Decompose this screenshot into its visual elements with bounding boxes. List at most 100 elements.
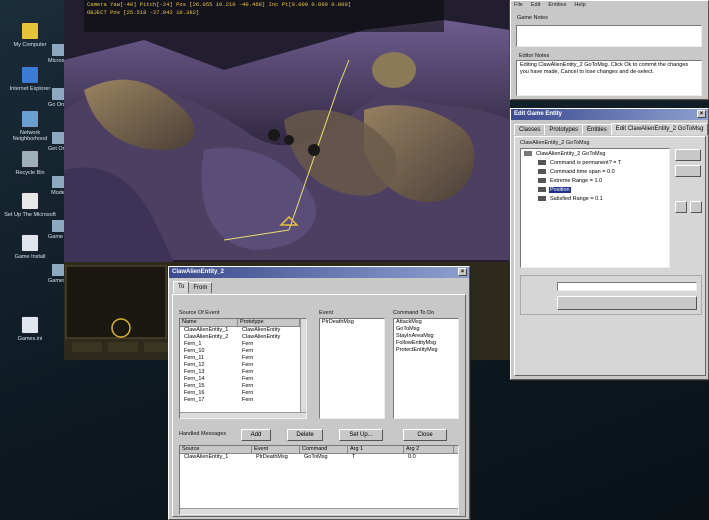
menu-item[interactable]: Help [574,2,585,8]
application-icon [52,176,64,188]
source-row[interactable]: Fern_10 Fern [182,348,306,355]
handled-messages-table[interactable]: Source Event Command Arg 1 Arg 2 ClawAlienEn… [179,445,459,515]
source-row[interactable]: Fern_1 Fern [182,341,306,348]
tab-classes[interactable]: Classes [514,124,546,135]
source-prototype: Fern [242,383,254,389]
msn-icon [21,192,39,210]
my-computer-icon [21,22,39,40]
source-row[interactable]: Fern_13 Fern [182,369,306,376]
property-icon [538,169,546,175]
desktop-icon[interactable]: Recycle Bin [2,150,58,176]
apply-value-button[interactable] [557,296,697,310]
vertical-scrollbar[interactable] [300,319,306,412]
edit-entity-titlebar[interactable]: Edit Game Entity × [511,109,708,120]
tree-node[interactable]: Command time span = 0.0 [522,168,668,177]
column-header[interactable]: Arg 1 [348,446,404,453]
menu-item[interactable]: File [514,2,523,8]
tree-node[interactable]: Satisfied Range = 0.1 [522,195,668,204]
tree-node-label: Command time span = 0.0 [550,169,615,175]
desktop-icon[interactable]: Games.ini [2,316,58,342]
add-button[interactable]: Add [241,429,271,441]
source-prototype: Fern [242,348,254,354]
source-row[interactable]: Fern_11 Fern [182,355,306,362]
handled-cell: PlrDeathMsg [256,454,288,460]
source-name: Fern_14 [184,376,205,382]
menu-item[interactable]: Edit [531,2,540,8]
source-name: ClawAlienEntity_1 [184,327,229,333]
ok-button[interactable] [675,149,701,161]
tree-node-label: Extreme Range = 1.0 [550,178,603,184]
tab-from[interactable]: From [188,282,213,293]
source-list[interactable]: Name Prototype ClawAlienEntity_1 ClawAlie… [179,318,307,419]
command-item[interactable]: ProtectEntityMsg [394,347,458,354]
command-list[interactable]: AttackMsg GoToMsg StayInAreaMsg FollowEntit… [393,318,459,419]
desktop-icon-label: Set Up The Microsoft [4,212,56,218]
column-header[interactable]: Arg 2 [404,446,454,453]
move-button[interactable] [675,201,687,213]
property-icon [538,187,546,193]
source-row[interactable]: Fern_12 Fern [182,362,306,369]
edit-tab-panel: ClawAlienEntity_2 GoToMsg ClawAlienEntit… [514,136,706,376]
source-row[interactable]: Fern_17 Fern [182,397,306,404]
close-button[interactable]: Close [403,429,447,441]
tree-node[interactable]: ClawAlienEntity_2 GoToMsg [522,150,668,159]
delete-button[interactable]: Delete [287,429,323,441]
close-icon[interactable]: × [458,268,467,276]
tree-node-label: Command is permanent? = T [550,160,622,166]
set-button[interactable] [690,201,702,213]
source-row[interactable]: ClawAlienEntity_2 ClawAlienEntity [182,334,306,341]
menu-item[interactable]: Entities [548,2,566,8]
application-icon [52,44,64,56]
application-icon [52,88,64,100]
event-list[interactable]: PlrDeathMsg [319,318,385,419]
command-item[interactable]: GoToMsg [394,326,458,333]
tab-entities[interactable]: Entities [582,124,612,135]
tab-edit-clawalienentity-2-gotomsg[interactable]: Edit ClawAlienEntity_2 GoToMsg [610,123,709,135]
close-icon[interactable]: × [697,110,706,118]
editor-notes-text[interactable]: Editing ClawAlienEntity_2 GoToMsg. Click… [516,60,702,96]
column-header[interactable]: Name [180,319,238,326]
source-name: Fern_17 [184,397,205,403]
cancel-button[interactable] [675,165,701,177]
column-header[interactable]: Event [252,446,300,453]
game-notes-label: Game Notes [517,15,548,21]
source-row[interactable]: Fern_14 Fern [182,376,306,383]
handled-row[interactable]: ClawAlienEntity_1 PlrDeathMsg GoToMsg T 0.0 [182,454,458,461]
entity-property-tree[interactable]: ClawAlienEntity_2 GoToMsg Command is perm… [520,148,670,268]
command-item[interactable]: FollowEntityMsg [394,340,458,347]
camera-line: Camera Yaw[-40] Pitch[-24] Pos [26.055 1… [87,1,352,8]
command-item[interactable]: AttackMsg [394,319,458,326]
source-row[interactable]: ClawAlienEntity_1 ClawAlienEntity [182,327,306,334]
horizontal-scrollbar[interactable] [180,412,306,418]
source-prototype: ClawAlienEntity [242,327,281,333]
set-up-button[interactable]: Set Up... [339,429,383,441]
tab-prototypes[interactable]: Prototypes [544,124,584,135]
column-header[interactable]: Command [300,446,348,453]
camera-readout: Camera Yaw[-40] Pitch[-24] Pos [26.055 1… [84,0,444,32]
application-icon [52,264,64,276]
column-header[interactable]: Source [180,446,252,453]
source-row[interactable]: Fern_16 Fern [182,390,306,397]
tree-node-label: Satisfied Range = 0.1 [550,196,603,202]
dialog-titlebar[interactable]: ClawAlienEntity_2 × [169,267,469,278]
source-prototype: Fern [242,362,254,368]
value-input[interactable] [557,282,697,291]
column-header[interactable]: Prototype [238,319,300,326]
desktop-icon-label: Games.ini [17,336,43,342]
handled-cell: T [352,454,356,460]
source-name: ClawAlienEntity_2 [184,334,229,340]
tree-node[interactable]: Extreme Range = 1.0 [522,177,668,186]
command-label: Command To Do [393,310,435,316]
source-name: Fern_13 [184,369,205,375]
folder-icon [524,151,532,157]
event-item[interactable]: PlrDeathMsg [320,319,384,326]
game-notes-field[interactable] [516,25,702,47]
tree-node[interactable]: Position [522,186,668,195]
source-row[interactable]: Fern_15 Fern [182,383,306,390]
command-item[interactable]: StayInAreaMsg [394,333,458,340]
tree-node[interactable]: Command is permanent? = T [522,159,668,168]
horizontal-scrollbar[interactable] [180,508,458,514]
tab-to[interactable]: To [173,281,190,293]
edit-entity-tabs: Classes Prototypes Entities Edit ClawAlienE… [514,123,709,136]
dialog-tabs: To From [173,281,213,294]
